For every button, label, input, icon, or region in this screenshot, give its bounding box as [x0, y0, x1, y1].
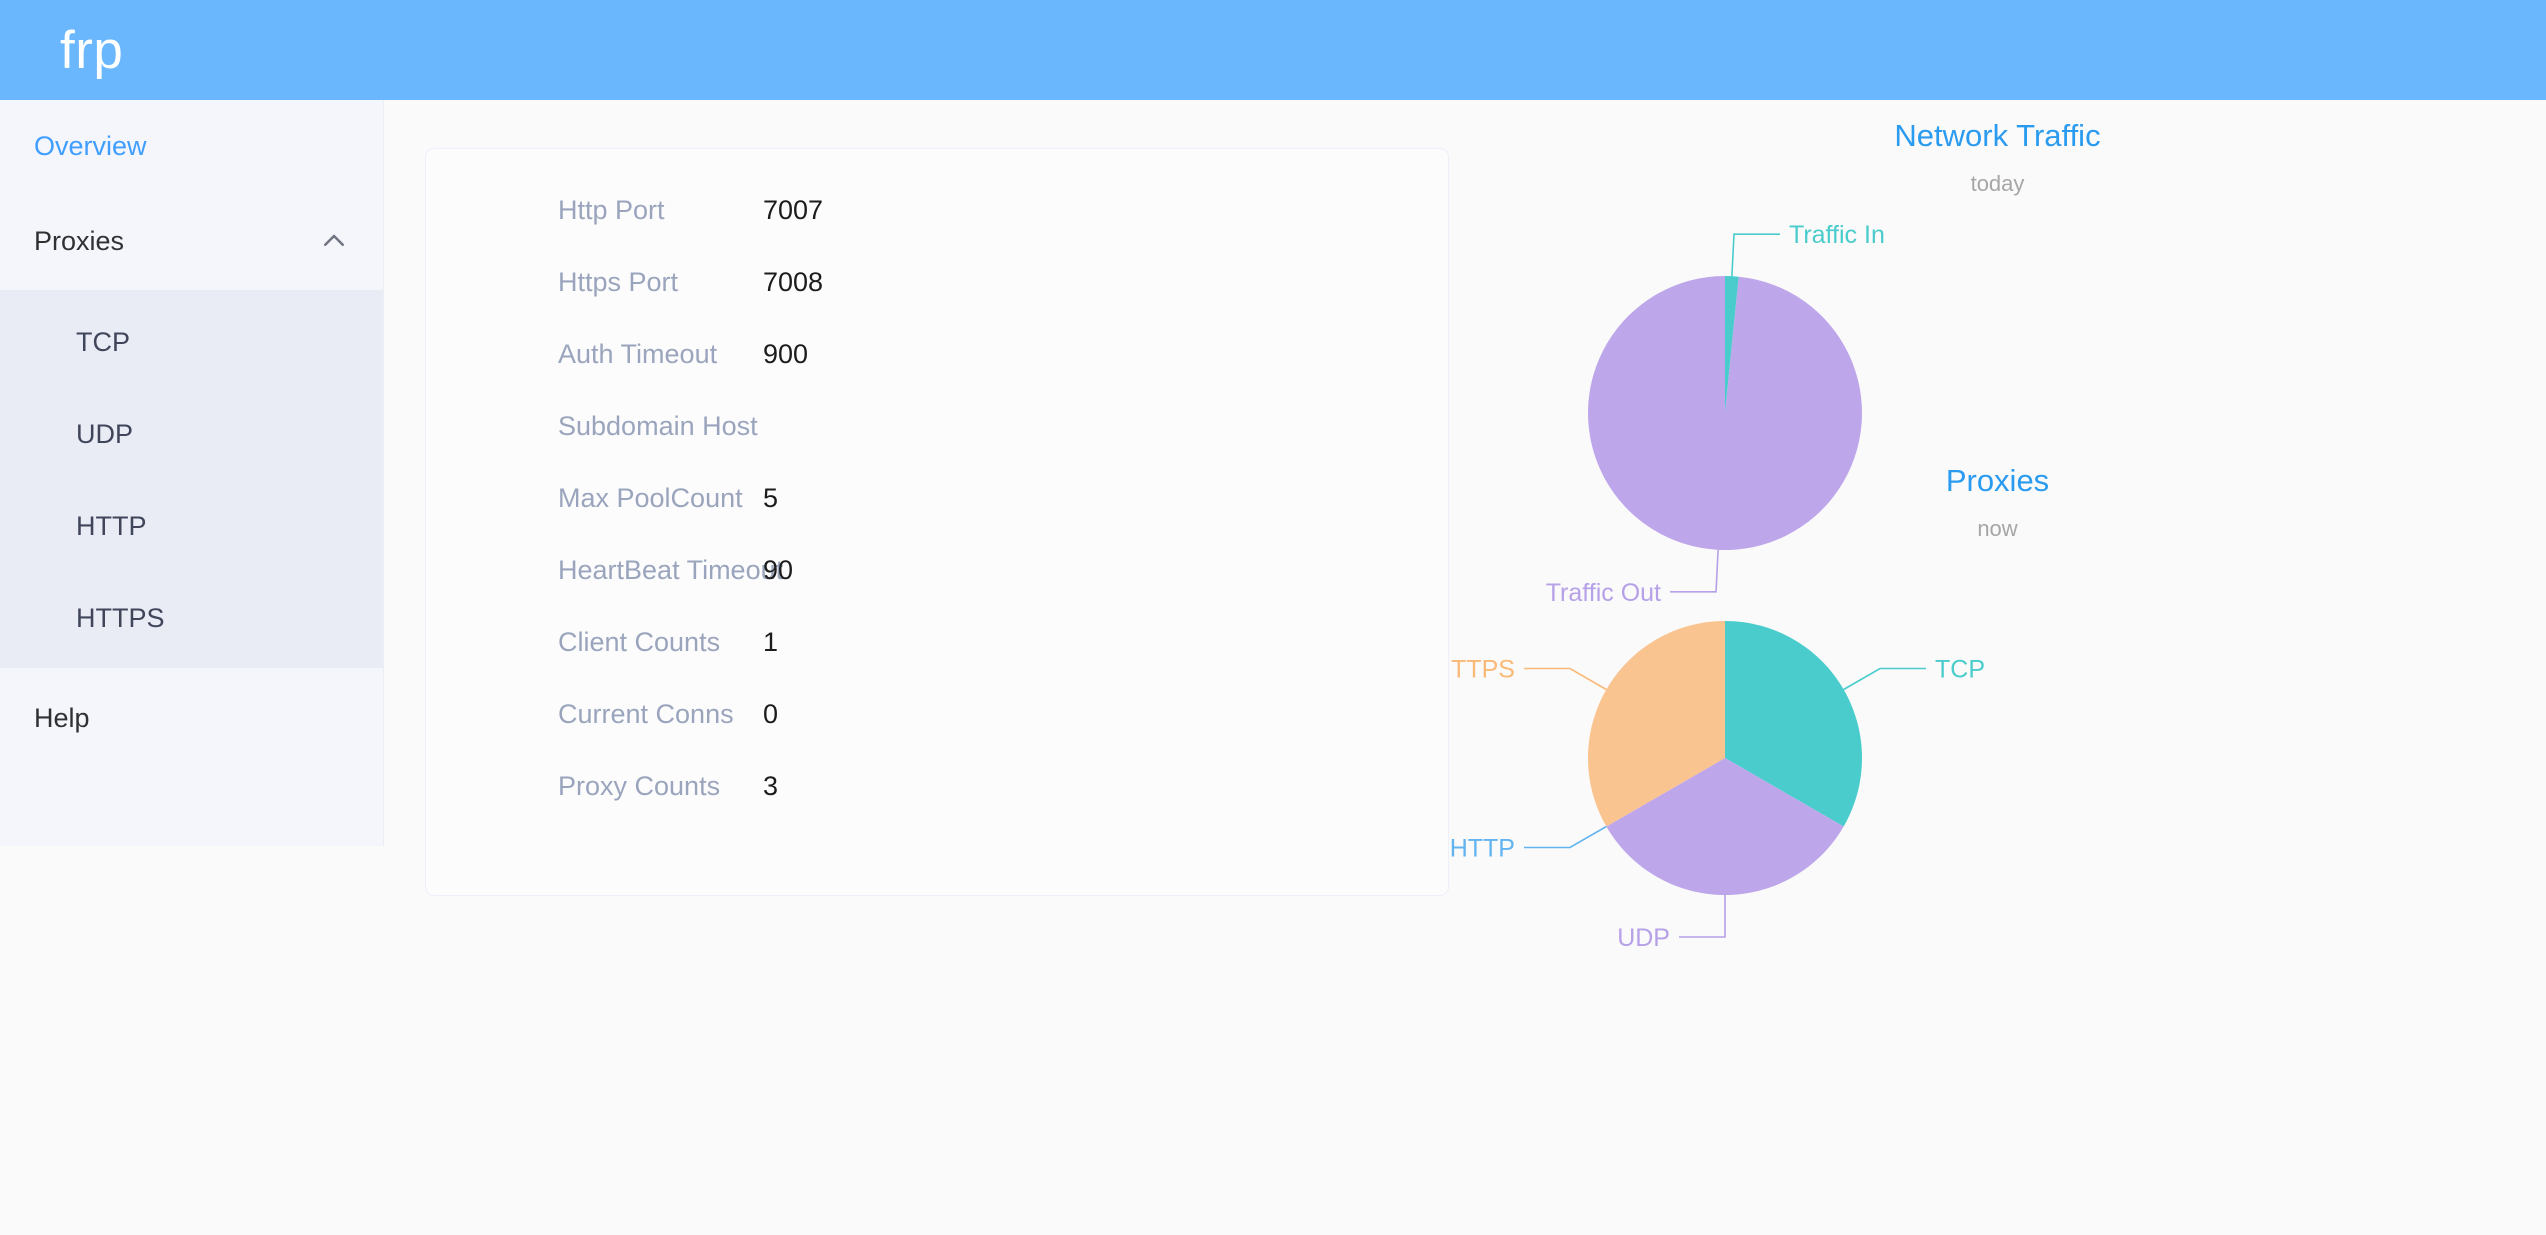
chevron-up-icon: [319, 226, 349, 256]
server-info-label: HeartBeat Timeout: [558, 555, 784, 585]
server-info-label: Https Port: [558, 267, 679, 297]
server-info-label: Current Conns: [558, 699, 734, 729]
proxies-chart-subtitle: now: [1977, 516, 2018, 541]
pie-label-http: HTTP: [1450, 835, 1515, 863]
pie-leader-line-traffic-in: [1731, 233, 1780, 277]
pie-leader-line-https: [1523, 667, 1607, 691]
pie-leader-line-tcp: [1843, 667, 1927, 691]
pie-leader-line-http: [1523, 825, 1607, 849]
server-info-label: Auth Timeout: [558, 339, 718, 369]
sidebar-item-udp-label: UDP: [76, 418, 134, 449]
charts-column: Network Traffic today Traffic In Traffic …: [1449, 100, 2546, 1234]
sidebar-item-proxies-label: Proxies: [34, 225, 125, 256]
server-info-value: 5: [763, 483, 779, 513]
server-info-list: Http Port 7007 Https Port 7008 Auth Timeout 9…: [426, 195, 1448, 843]
server-info-row: Https Port 7008: [426, 267, 1448, 339]
server-info-row: HeartBeat Timeout 90: [426, 555, 1448, 627]
server-info-value: 7008: [763, 267, 824, 297]
sidebar-item-proxies[interactable]: Proxies: [0, 192, 383, 290]
server-info-row: Max PoolCount 5: [426, 483, 1448, 555]
server-info-label: Max PoolCount: [558, 483, 743, 513]
sidebar-item-help-label: Help: [34, 702, 90, 733]
server-info-value: 900: [763, 339, 809, 369]
sidebar-item-overview-label: Overview: [34, 130, 147, 161]
sidebar-item-tcp[interactable]: TCP: [0, 296, 383, 388]
sidebar-item-https[interactable]: HTTPS: [0, 572, 383, 664]
app-logo-title: frp: [60, 20, 124, 80]
network-traffic-title: Network Traffic: [1894, 118, 2101, 153]
pie-label-traffic-in: Traffic In: [1789, 221, 1885, 249]
sidebar-item-http[interactable]: HTTP: [0, 480, 383, 572]
server-info-value: 3: [763, 771, 779, 801]
sidebar-navigation: Overview Proxies TCP UDP HTTP HTTPS Help: [0, 100, 384, 846]
server-info-row: Proxy Counts 3: [426, 771, 1448, 843]
server-info-label: Http Port: [558, 195, 665, 225]
sidebar-item-udp[interactable]: UDP: [0, 388, 383, 480]
server-info-card: Http Port 7007 Https Port 7008 Auth Timeout 9…: [425, 148, 1449, 896]
server-info-value: 7007: [763, 195, 824, 225]
network-traffic-subtitle: today: [1970, 171, 2025, 196]
pie-label-tcp: TCP: [1935, 656, 1985, 684]
pie-label-udp: UDP: [1617, 924, 1670, 952]
main-content: Http Port 7007 Https Port 7008 Auth Timeout 9…: [384, 100, 2546, 1234]
sidebar-item-overview[interactable]: Overview: [0, 100, 383, 192]
sidebar-item-help[interactable]: Help: [0, 668, 383, 768]
proxies-pie-svg: TCP UDP HTTP HTTPS: [1449, 621, 1985, 952]
server-info-row: Auth Timeout 900: [426, 339, 1448, 411]
server-info-row: Subdomain Host: [426, 411, 1448, 483]
sidebar-item-https-label: HTTPS: [76, 602, 165, 633]
server-info-row: Client Counts 1: [426, 627, 1448, 699]
server-info-label: Proxy Counts: [558, 771, 721, 801]
server-info-row: Current Conns 0: [426, 699, 1448, 771]
proxies-chart: Proxies now TCP UDP HTTP HTTPS: [1449, 445, 2546, 1235]
server-info-label: Client Counts: [558, 627, 721, 657]
app-header: frp: [0, 0, 2546, 100]
proxies-pie[interactable]: TCP UDP HTTP HTTPS: [1449, 540, 2546, 1010]
server-info-value: 1: [763, 627, 779, 657]
server-info-value: 0: [763, 699, 779, 729]
pie-leader-line-udp: [1679, 895, 1726, 938]
sidebar-submenu-proxies: TCP UDP HTTP HTTPS: [0, 290, 383, 668]
proxies-chart-title: Proxies: [1945, 463, 2050, 498]
sidebar-item-tcp-label: TCP: [76, 326, 130, 357]
server-info-label: Subdomain Host: [558, 411, 758, 441]
server-info-row: Http Port 7007: [426, 195, 1448, 267]
server-info-value: 90: [763, 555, 794, 585]
sidebar-item-http-label: HTTP: [76, 510, 147, 541]
pie-label-https: HTTPS: [1449, 656, 1515, 684]
